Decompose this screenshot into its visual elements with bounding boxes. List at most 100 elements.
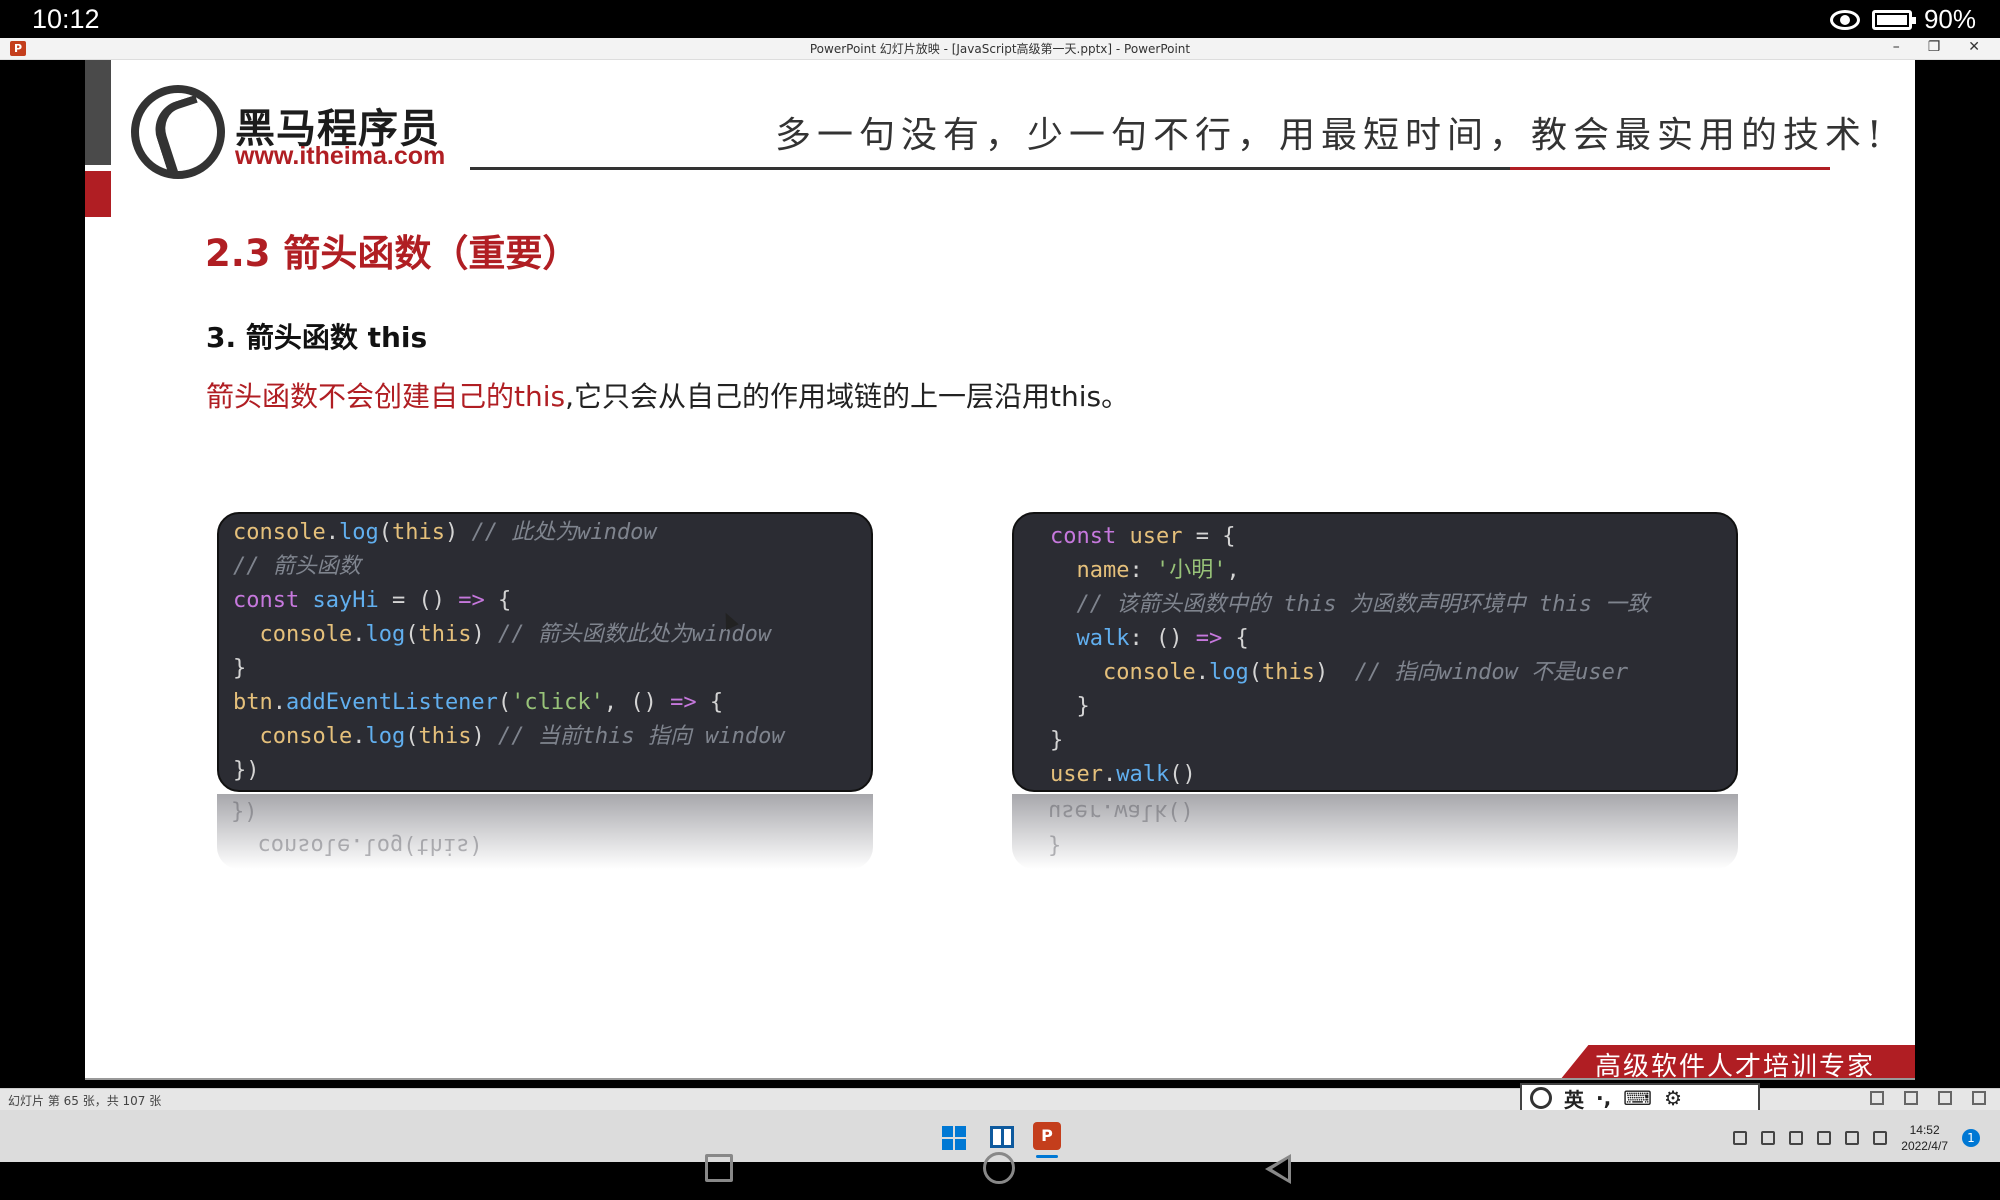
left-accent-bar bbox=[85, 60, 111, 165]
code-line: const user = { bbox=[1050, 520, 1736, 554]
code-token: console bbox=[233, 520, 326, 545]
code-line: }) bbox=[233, 754, 871, 788]
code-line: btn.addEventListener('click', () => { bbox=[233, 686, 871, 720]
network-icon[interactable] bbox=[1761, 1131, 1776, 1145]
taskbar-clock[interactable]: 14:52 2022/4/7 bbox=[1901, 1122, 1948, 1154]
code-line: const sayHi = () => { bbox=[233, 584, 871, 618]
microphone-icon[interactable] bbox=[1789, 1131, 1804, 1145]
code-token: } bbox=[233, 656, 247, 681]
ime-toolbar[interactable]: 英 ·, ⌨ ⚙ bbox=[1520, 1083, 1760, 1113]
code-token: const bbox=[233, 588, 300, 613]
code-token: ( bbox=[405, 622, 419, 647]
code-token: } bbox=[1050, 694, 1090, 719]
view-buttons bbox=[1870, 1091, 1986, 1105]
volume-icon[interactable] bbox=[1845, 1131, 1860, 1145]
description: 箭头函数不会创建自己的this,它只会从自己的作用域链的上一层沿用this。 bbox=[206, 375, 1129, 415]
reading-view-icon[interactable] bbox=[1938, 1091, 1952, 1105]
back-button[interactable] bbox=[1265, 1154, 1291, 1184]
clock-time: 14:52 bbox=[1909, 1123, 1940, 1137]
keyboard-icon[interactable]: ⌨ bbox=[1623, 1086, 1652, 1110]
code-token: ) bbox=[444, 520, 472, 545]
display-icon[interactable] bbox=[1817, 1131, 1832, 1145]
code-token: => bbox=[458, 588, 485, 613]
close-button[interactable]: ✕ bbox=[1968, 39, 1980, 55]
code-token: ( bbox=[378, 520, 392, 545]
battery-percent: 90% bbox=[1923, 4, 1976, 34]
code-token: console bbox=[259, 622, 353, 647]
ime-language-toggle[interactable]: 英 bbox=[1564, 1084, 1584, 1113]
code-line: } bbox=[233, 652, 871, 686]
settings-icon[interactable]: ⚙ bbox=[1664, 1086, 1682, 1110]
code-token: user.walk() bbox=[1048, 799, 1194, 824]
code-token: this bbox=[391, 520, 445, 545]
code-token: . bbox=[1102, 762, 1117, 787]
code-token: => bbox=[670, 690, 697, 715]
code-reflection-left: }) console.log(this) bbox=[217, 794, 873, 869]
code-token: log bbox=[365, 724, 406, 749]
chevron-up-icon[interactable] bbox=[1733, 1131, 1748, 1145]
code-token: walk bbox=[1116, 762, 1170, 787]
task-view-icon[interactable] bbox=[990, 1126, 1014, 1148]
code-token: // 该箭头函数中的 this 为函数声明环境中 this 一致 bbox=[1076, 592, 1650, 617]
code-token: } bbox=[1050, 728, 1064, 753]
ime-logo-icon[interactable] bbox=[1530, 1087, 1552, 1109]
minimize-button[interactable]: – bbox=[1893, 39, 1900, 55]
window-controls: – ❐ ✕ bbox=[1893, 39, 1980, 55]
slideshow-view-icon[interactable] bbox=[1972, 1091, 1986, 1105]
code-token: }) bbox=[231, 799, 258, 824]
code-line: // 箭头函数 bbox=[233, 550, 871, 584]
slogan: 多一句没有，少一句不行，用最短时间，教会最实用的技术! bbox=[775, 115, 1888, 156]
code-reflection-right: user.walk()} bbox=[1012, 794, 1738, 869]
code-token: , () bbox=[603, 690, 671, 715]
windows-start-icon[interactable] bbox=[942, 1126, 966, 1150]
screen: 10:12 90% P PowerPoint 幻灯片放映 - [JavaScri… bbox=[0, 0, 2000, 1200]
code-token: const bbox=[1050, 524, 1117, 549]
code-token: ) bbox=[471, 724, 498, 749]
code-token: log bbox=[1208, 660, 1249, 685]
android-nav-bar bbox=[0, 1152, 2000, 1200]
code-token: . bbox=[1195, 660, 1209, 685]
code-block-right: const user = { name: '小明', // 该箭头函数中的 th… bbox=[1012, 512, 1738, 792]
code-token: ( bbox=[1248, 660, 1262, 685]
powerpoint-taskbar-icon[interactable]: P bbox=[1033, 1122, 1061, 1150]
code-token: = () bbox=[378, 588, 459, 613]
code-token: ( bbox=[405, 724, 419, 749]
code-line: console.log(this) // 箭头函数此处为window bbox=[233, 618, 871, 652]
code-line: } bbox=[1050, 724, 1736, 758]
sorter-view-icon[interactable] bbox=[1904, 1091, 1918, 1105]
clock-date: 2022/4/7 bbox=[1901, 1139, 1948, 1153]
code-token: : bbox=[1129, 558, 1156, 583]
normal-view-icon[interactable] bbox=[1870, 1091, 1884, 1105]
code-line: console.log(this) // 当前this 指向 window bbox=[233, 720, 871, 754]
window-title: PowerPoint 幻灯片放映 - [JavaScript高级第一天.pptx… bbox=[809, 42, 1191, 56]
active-app-indicator bbox=[1036, 1155, 1058, 1158]
code-token: , bbox=[1226, 558, 1240, 583]
restore-button[interactable]: ❐ bbox=[1928, 39, 1941, 55]
code-token: this bbox=[418, 724, 472, 749]
code-token: { bbox=[484, 588, 512, 613]
slide-bottom-line bbox=[85, 1078, 1915, 1080]
header-divider-accent bbox=[1510, 167, 1830, 170]
code-line: // 该箭头函数中的 this 为函数声明环境中 this 一致 bbox=[1050, 588, 1736, 622]
code-line: } bbox=[1050, 690, 1736, 724]
code-token: { bbox=[696, 690, 724, 715]
slide[interactable]: 黑马程序员 www.itheima.com 多一句没有，少一句不行，用最短时间，… bbox=[85, 60, 1915, 1080]
code-token: name bbox=[1076, 558, 1130, 583]
battery-tray-icon[interactable] bbox=[1873, 1131, 1888, 1145]
code-line: user.walk() bbox=[1050, 758, 1736, 790]
code-token: . bbox=[352, 724, 366, 749]
recent-apps-button[interactable] bbox=[705, 1154, 733, 1182]
eye-icon bbox=[1829, 9, 1860, 30]
code-token: console bbox=[259, 724, 353, 749]
code-line: walk: () => { bbox=[1050, 622, 1736, 656]
code-token: this bbox=[1261, 660, 1315, 685]
notification-badge[interactable]: 1 bbox=[1962, 1129, 1980, 1147]
home-button[interactable] bbox=[983, 1152, 1015, 1184]
code-token: . bbox=[352, 622, 366, 647]
ime-punctuation-toggle[interactable]: ·, bbox=[1596, 1086, 1611, 1110]
code-token: { bbox=[1222, 626, 1249, 651]
